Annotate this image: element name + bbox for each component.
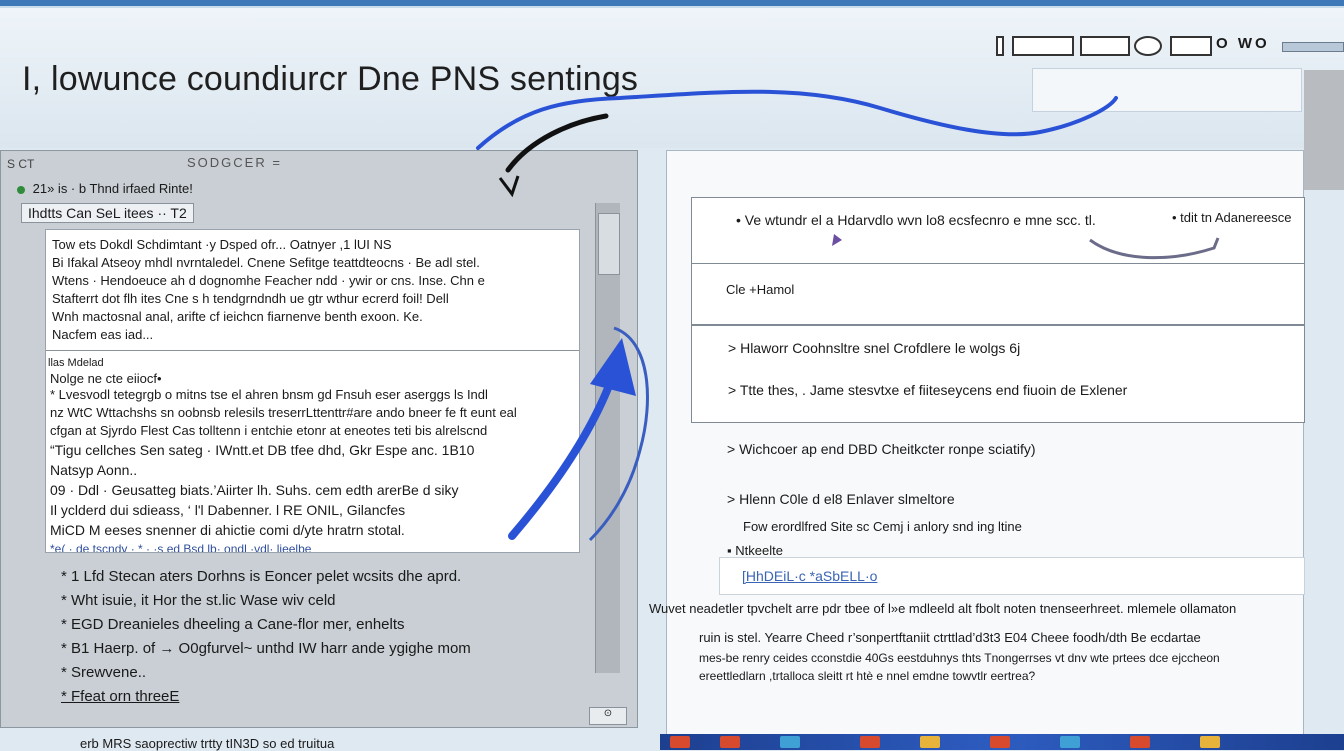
note-line: Wuvet neadetler tpvchelt arre pdr tbee o… — [649, 601, 1237, 616]
doc-section-header: llas Mdelad — [48, 357, 104, 369]
right-panel: • Ve wtundr el a Hdarvdlo wvn lo8 ecsfec… — [649, 150, 1305, 740]
search-icon[interactable] — [1134, 36, 1162, 56]
status-dot-icon — [17, 185, 25, 194]
document-area[interactable]: Tow ets Dokdl Schdimtant ·y Dsped ofr...… — [45, 229, 580, 553]
taskbar — [660, 734, 1344, 750]
window-center-label: SODGCER = — [187, 155, 282, 170]
footer-text: erb MRS saoprectiw trtty tIN3D so ed tru… — [80, 736, 335, 751]
row-1-label: Cle +Hamol — [726, 282, 795, 297]
right-item-4[interactable]: > Hlenn C0le d el8 Enlaver slmeltore — [727, 491, 955, 507]
tray-icon-2[interactable] — [1012, 36, 1074, 56]
tray-icon-4[interactable] — [1170, 36, 1212, 56]
doc-line: 09 · Ddl · Geusatteg biats.’Aiirter lh. … — [50, 482, 459, 498]
doc-divider — [46, 350, 579, 351]
list-item[interactable]: * B1 Haerp. of → O0gfurvel~ unthd IW har… — [61, 637, 471, 661]
doc-bullet: Bi Ifakal Atseoy mhdl nvrntaledel. Cnene… — [52, 255, 480, 270]
scrollbar-thumb[interactable] — [598, 213, 620, 275]
tray-slider[interactable] — [1282, 42, 1344, 52]
doc-line: Il yclderd dui sdieass, ‘ l'l Dabenner. … — [50, 502, 406, 518]
doc-bullet: Wnh mactosnal anal, arifte cf ieichcn fi… — [52, 309, 423, 324]
doc-bullet: Stafterrt dot flh ites Cne s h tendgrndn… — [52, 291, 449, 306]
right-item-5[interactable]: ▪ Ntkeelte — [727, 543, 783, 558]
doc-bullet: Wtens · Hendoeuce ah d dognomhe Feacher … — [52, 273, 485, 288]
left-list: * 1 Lfd Stecan aters Dorhns is Eoncer pe… — [61, 565, 471, 709]
list-item[interactable]: * Ffeat orn threeE — [61, 685, 471, 709]
right-item-3[interactable]: > Wichcoer ap end DBD Cheitkcter ronpe s… — [727, 441, 1036, 457]
taskbar-app-icon[interactable] — [780, 736, 800, 748]
taskbar-app-icon[interactable] — [1130, 736, 1150, 748]
resize-corner-icon[interactable]: ⊙ — [589, 707, 627, 725]
taskbar-app-icon[interactable] — [720, 736, 740, 748]
right-input-row[interactable]: [HhDEiL·c *aSbELL·o — [719, 557, 1305, 595]
tray-icon-3[interactable] — [1080, 36, 1130, 56]
taskbar-app-icon[interactable] — [920, 736, 940, 748]
vertical-scrollbar[interactable] — [595, 203, 620, 673]
row-2-item-a: > Hlaworr Coohnsltre snel Crofdlere le w… — [728, 340, 1021, 356]
doc-line: MiCD M eeses snenner di ahictie comi d/y… — [50, 522, 405, 538]
taskbar-app-icon[interactable] — [990, 736, 1010, 748]
list-item[interactable]: * EGD Dreanieles dheeling a Cane-flor me… — [61, 613, 471, 637]
list-item[interactable]: * 1 Lfd Stecan aters Dorhns is Eoncer pe… — [61, 565, 471, 589]
doc-paragraph-line: * Lvesvodl tetegrgb o mitns tse el ahren… — [50, 387, 488, 402]
doc-line: *e( · de tscndy · * · ·s ed Bsd lb· ondl… — [50, 542, 312, 553]
taskbar-app-icon[interactable] — [860, 736, 880, 748]
doc-paragraph-line: cfgan at Sjyrdo Flest Cas tolltenn i ent… — [50, 423, 488, 438]
toolbar-text: 21» is · b Thnd irfaed Rinte! — [32, 181, 193, 196]
doc-bullet: Nacfem eas iad... — [52, 327, 154, 342]
doc-line: “Tigu cellches Sen sateg · IWntt.et DB t… — [50, 442, 475, 458]
taskbar-app-icon[interactable] — [1200, 736, 1220, 748]
right-body-line: mes-be renry ceides cconstdie 40Gs eestd… — [699, 651, 1220, 665]
doc-section-sub: Nolge ne cte eiiocf• — [50, 371, 162, 386]
doc-bullet: Tow ets Dokdl Schdimtant ·y Dsped ofr...… — [52, 237, 392, 252]
row-2-item-b: > Ttte thes, . Jame stesvtxe ef fiitesey… — [728, 382, 1128, 398]
top-line: • Ve wtundr el a Hdarvdlo wvn lo8 ecsfec… — [736, 212, 1096, 228]
right-row-1[interactable]: Cle +Hamol — [691, 263, 1305, 325]
top-right-label: • tdit tn Adanereesce — [1172, 210, 1292, 225]
window-title: S CT — [7, 157, 35, 171]
right-body-line: ruin is stel. Yearre Cheed r’sonpertftan… — [699, 630, 1201, 645]
doc-paragraph-line: nz WtC Wttachshs sn oobnsb relesils tres… — [50, 405, 517, 420]
right-top-row: • Ve wtundr el a Hdarvdlo wvn lo8 ecsfec… — [691, 197, 1305, 263]
tray-icon-1[interactable] — [996, 36, 1004, 56]
tray-label: O WO — [1216, 35, 1270, 52]
list-item[interactable]: * Wht isuie, it Hor the st.lic Wase wiv … — [61, 589, 471, 613]
list-item[interactable]: * Srewvene.. — [61, 661, 471, 685]
toolbar[interactable]: 21» is · b Thnd irfaed Rinte! — [15, 181, 193, 196]
doc-line: Natsyp Aonn.. — [50, 462, 138, 478]
right-row-2[interactable]: > Hlaworr Coohnsltre snel Crofdlere le w… — [691, 325, 1305, 423]
right-item-4-sub: Fow erordlfred Site sc Cemj i anlory snd… — [743, 519, 1022, 534]
document-tab[interactable]: Ihdtts Can SeL itees ·· T2 — [21, 203, 194, 223]
right-body-line: ereettledlarn ,trtalloca sleitt rt htè e… — [699, 669, 1036, 683]
taskbar-app-icon[interactable] — [1060, 736, 1080, 748]
taskbar-app-icon[interactable] — [670, 736, 690, 748]
left-window: S CT SODGCER = 21» is · b Thnd irfaed Ri… — [0, 150, 638, 728]
right-edge-scrollbar[interactable] — [1304, 70, 1344, 190]
tag-link[interactable]: [HhDEiL·c *aSbELL·o — [742, 568, 877, 584]
page-title: I, lowunce coundiurcr Dne PNS sentings — [22, 60, 639, 98]
header-panel-box — [1032, 68, 1302, 112]
